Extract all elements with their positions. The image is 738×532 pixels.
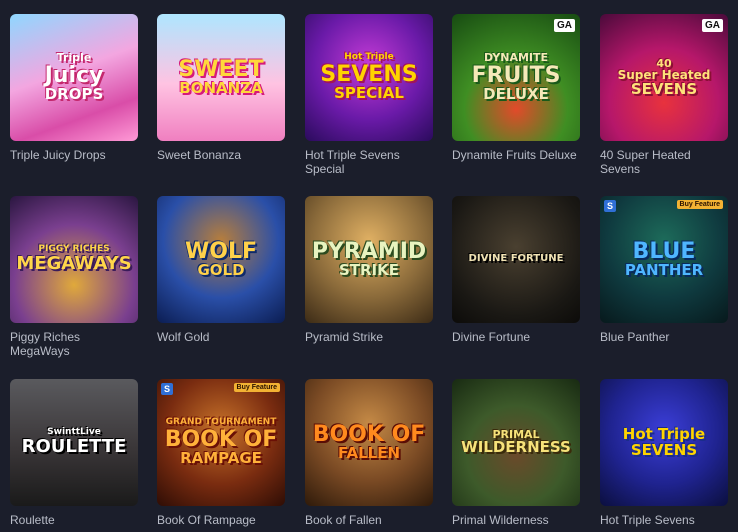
game-title[interactable]: Pyramid Strike <box>305 330 433 344</box>
game-tile[interactable]: SwinttLive ROULETTE Roulette <box>10 379 138 527</box>
game-title[interactable]: 40 Super Heated Sevens <box>600 148 728 176</box>
game-thumbnail[interactable]: BLUE PANTHER S Buy Feature <box>600 196 728 323</box>
game-tile[interactable]: BOOK OF FALLEN Book of Fallen <box>305 379 433 527</box>
game-tile[interactable]: SWEET BONANZA Sweet Bonanza <box>157 14 285 162</box>
game-logo-line: BOOK OF <box>312 422 426 448</box>
game-title[interactable]: Blue Panther <box>600 330 728 344</box>
game-logo-line: BONANZA <box>179 79 263 98</box>
game-logo-line: SEVENS <box>630 79 698 98</box>
provider-badge: GA <box>702 19 723 32</box>
game-logo-line: STRIKE <box>338 261 400 280</box>
game-logo-line: Juicy <box>44 62 104 88</box>
game-thumbnail[interactable]: Triple Juicy DROPS <box>10 14 138 141</box>
game-logo: DIVINE FORTUNE <box>463 254 570 265</box>
game-thumbnail[interactable]: SWEET BONANZA <box>157 14 285 141</box>
buy-feature-badge: Buy Feature <box>233 383 280 392</box>
game-logo-line: ROULETTE <box>21 435 127 457</box>
game-tile[interactable]: WOLF GOLD Wolf Gold <box>157 196 285 344</box>
game-logo-line: DELUXE <box>483 84 549 103</box>
game-logo: GRAND TOURNAMENT BOOK OF RAMPAGE <box>159 417 284 467</box>
game-logo-line: PYRAMID <box>311 239 427 265</box>
game-tile[interactable]: Triple Juicy DROPS Triple Juicy Drops <box>10 14 138 162</box>
game-thumbnail[interactable]: DIVINE FORTUNE <box>452 196 580 323</box>
game-title[interactable]: Triple Juicy Drops <box>10 148 138 162</box>
game-tile[interactable]: GRAND TOURNAMENT BOOK OF RAMPAGE S Buy Featu… <box>157 379 285 527</box>
game-thumbnail[interactable]: PYRAMID STRIKE <box>305 196 433 323</box>
game-tile[interactable]: Hot Triple SEVENS SPECIAL Hot Triple Sevens… <box>305 14 433 176</box>
game-logo-line: WOLF <box>184 239 257 265</box>
game-logo-line: RAMPAGE <box>180 448 262 467</box>
game-title[interactable]: Primal Wilderness <box>452 513 580 527</box>
game-logo-line: GOLD <box>197 261 245 280</box>
game-thumbnail[interactable]: Hot Triple SEVENS SPECIAL <box>305 14 433 141</box>
provider-icon: S <box>604 200 616 212</box>
game-logo: Hot Triple SEVENS <box>617 426 711 459</box>
game-tile[interactable]: BLUE PANTHER S Buy Feature Blue Panther <box>600 196 728 344</box>
game-thumbnail[interactable]: DYNAMITE FRUITS DELUXE GA <box>452 14 580 141</box>
game-thumbnail[interactable]: PRIMAL WILDERNESS <box>452 379 580 506</box>
game-logo: SWEET BONANZA <box>172 58 269 97</box>
game-title[interactable]: Roulette <box>10 513 138 527</box>
game-logo: Hot Triple SEVENS SPECIAL <box>314 52 423 102</box>
game-logo-line: FRUITS <box>471 62 561 88</box>
game-thumbnail[interactable]: GRAND TOURNAMENT BOOK OF RAMPAGE S Buy Featu… <box>157 379 285 506</box>
games-grid: Triple Juicy DROPS Triple Juicy Drops SWEET B… <box>0 0 738 532</box>
game-logo: SwinttLive ROULETTE <box>16 427 133 457</box>
game-logo: BLUE PANTHER <box>619 240 709 279</box>
game-title[interactable]: Book Of Rampage <box>157 513 285 527</box>
game-logo: Triple Juicy DROPS <box>39 52 110 102</box>
game-logo-line: PANTHER <box>624 261 704 280</box>
game-logo-line: DROPS <box>44 84 104 103</box>
game-logo-line: DIVINE FORTUNE <box>468 253 564 265</box>
game-logo: PYRAMID STRIKE <box>306 240 432 279</box>
game-logo-line: BOOK OF <box>164 426 278 452</box>
game-thumbnail[interactable]: BOOK OF FALLEN <box>305 379 433 506</box>
game-logo-line: SEVENS <box>320 61 418 87</box>
game-logo-line: BLUE <box>632 239 696 265</box>
buy-feature-badge: Buy Feature <box>676 200 723 209</box>
provider-icon: S <box>161 383 173 395</box>
game-title[interactable]: Sweet Bonanza <box>157 148 285 162</box>
game-tile[interactable]: PYRAMID STRIKE Pyramid Strike <box>305 196 433 344</box>
game-thumbnail[interactable]: Hot Triple SEVENS <box>600 379 728 506</box>
game-tile[interactable]: DYNAMITE FRUITS DELUXE GA Dynamite Fruits De… <box>452 14 580 162</box>
game-logo-line: WILDERNESS <box>461 438 571 457</box>
game-title[interactable]: Dynamite Fruits Deluxe <box>452 148 580 162</box>
game-title[interactable]: Wolf Gold <box>157 330 285 344</box>
game-tile[interactable]: Hot Triple SEVENS Hot Triple Sevens <box>600 379 728 527</box>
game-logo: BOOK OF FALLEN <box>307 423 432 462</box>
game-title[interactable]: Divine Fortune <box>452 330 580 344</box>
game-logo-line: MEGAWAYS <box>16 252 132 274</box>
provider-badge: GA <box>554 19 575 32</box>
game-tile[interactable]: 40 Super Heated SEVENS GA 40 Super Heated Se… <box>600 14 728 176</box>
game-thumbnail[interactable]: SwinttLive ROULETTE <box>10 379 138 506</box>
game-title[interactable]: Hot Triple Sevens <box>600 513 728 527</box>
game-logo: WOLF GOLD <box>179 240 263 279</box>
game-logo: 40 Super Heated SEVENS <box>612 57 717 98</box>
game-logo: DYNAMITE FRUITS DELUXE <box>466 52 567 102</box>
game-logo-line: SWEET <box>178 57 264 83</box>
game-tile[interactable]: PIGGY RICHES MEGAWAYS Piggy Riches MegaWay… <box>10 196 138 358</box>
game-title[interactable]: Hot Triple Sevens Special <box>305 148 433 176</box>
game-logo-line: FALLEN <box>337 444 401 463</box>
game-logo: PRIMAL WILDERNESS <box>455 429 577 456</box>
game-thumbnail[interactable]: WOLF GOLD <box>157 196 285 323</box>
game-logo-line: SEVENS <box>630 440 698 459</box>
game-logo-line: SPECIAL <box>334 83 404 102</box>
game-thumbnail[interactable]: PIGGY RICHES MEGAWAYS <box>10 196 138 323</box>
game-thumbnail[interactable]: 40 Super Heated SEVENS GA <box>600 14 728 141</box>
game-tile[interactable]: PRIMAL WILDERNESS Primal Wilderness <box>452 379 580 527</box>
game-tile[interactable]: DIVINE FORTUNE Divine Fortune <box>452 196 580 344</box>
game-title[interactable]: Piggy Riches MegaWays <box>10 330 138 358</box>
game-logo: PIGGY RICHES MEGAWAYS <box>10 244 137 274</box>
game-title[interactable]: Book of Fallen <box>305 513 433 527</box>
